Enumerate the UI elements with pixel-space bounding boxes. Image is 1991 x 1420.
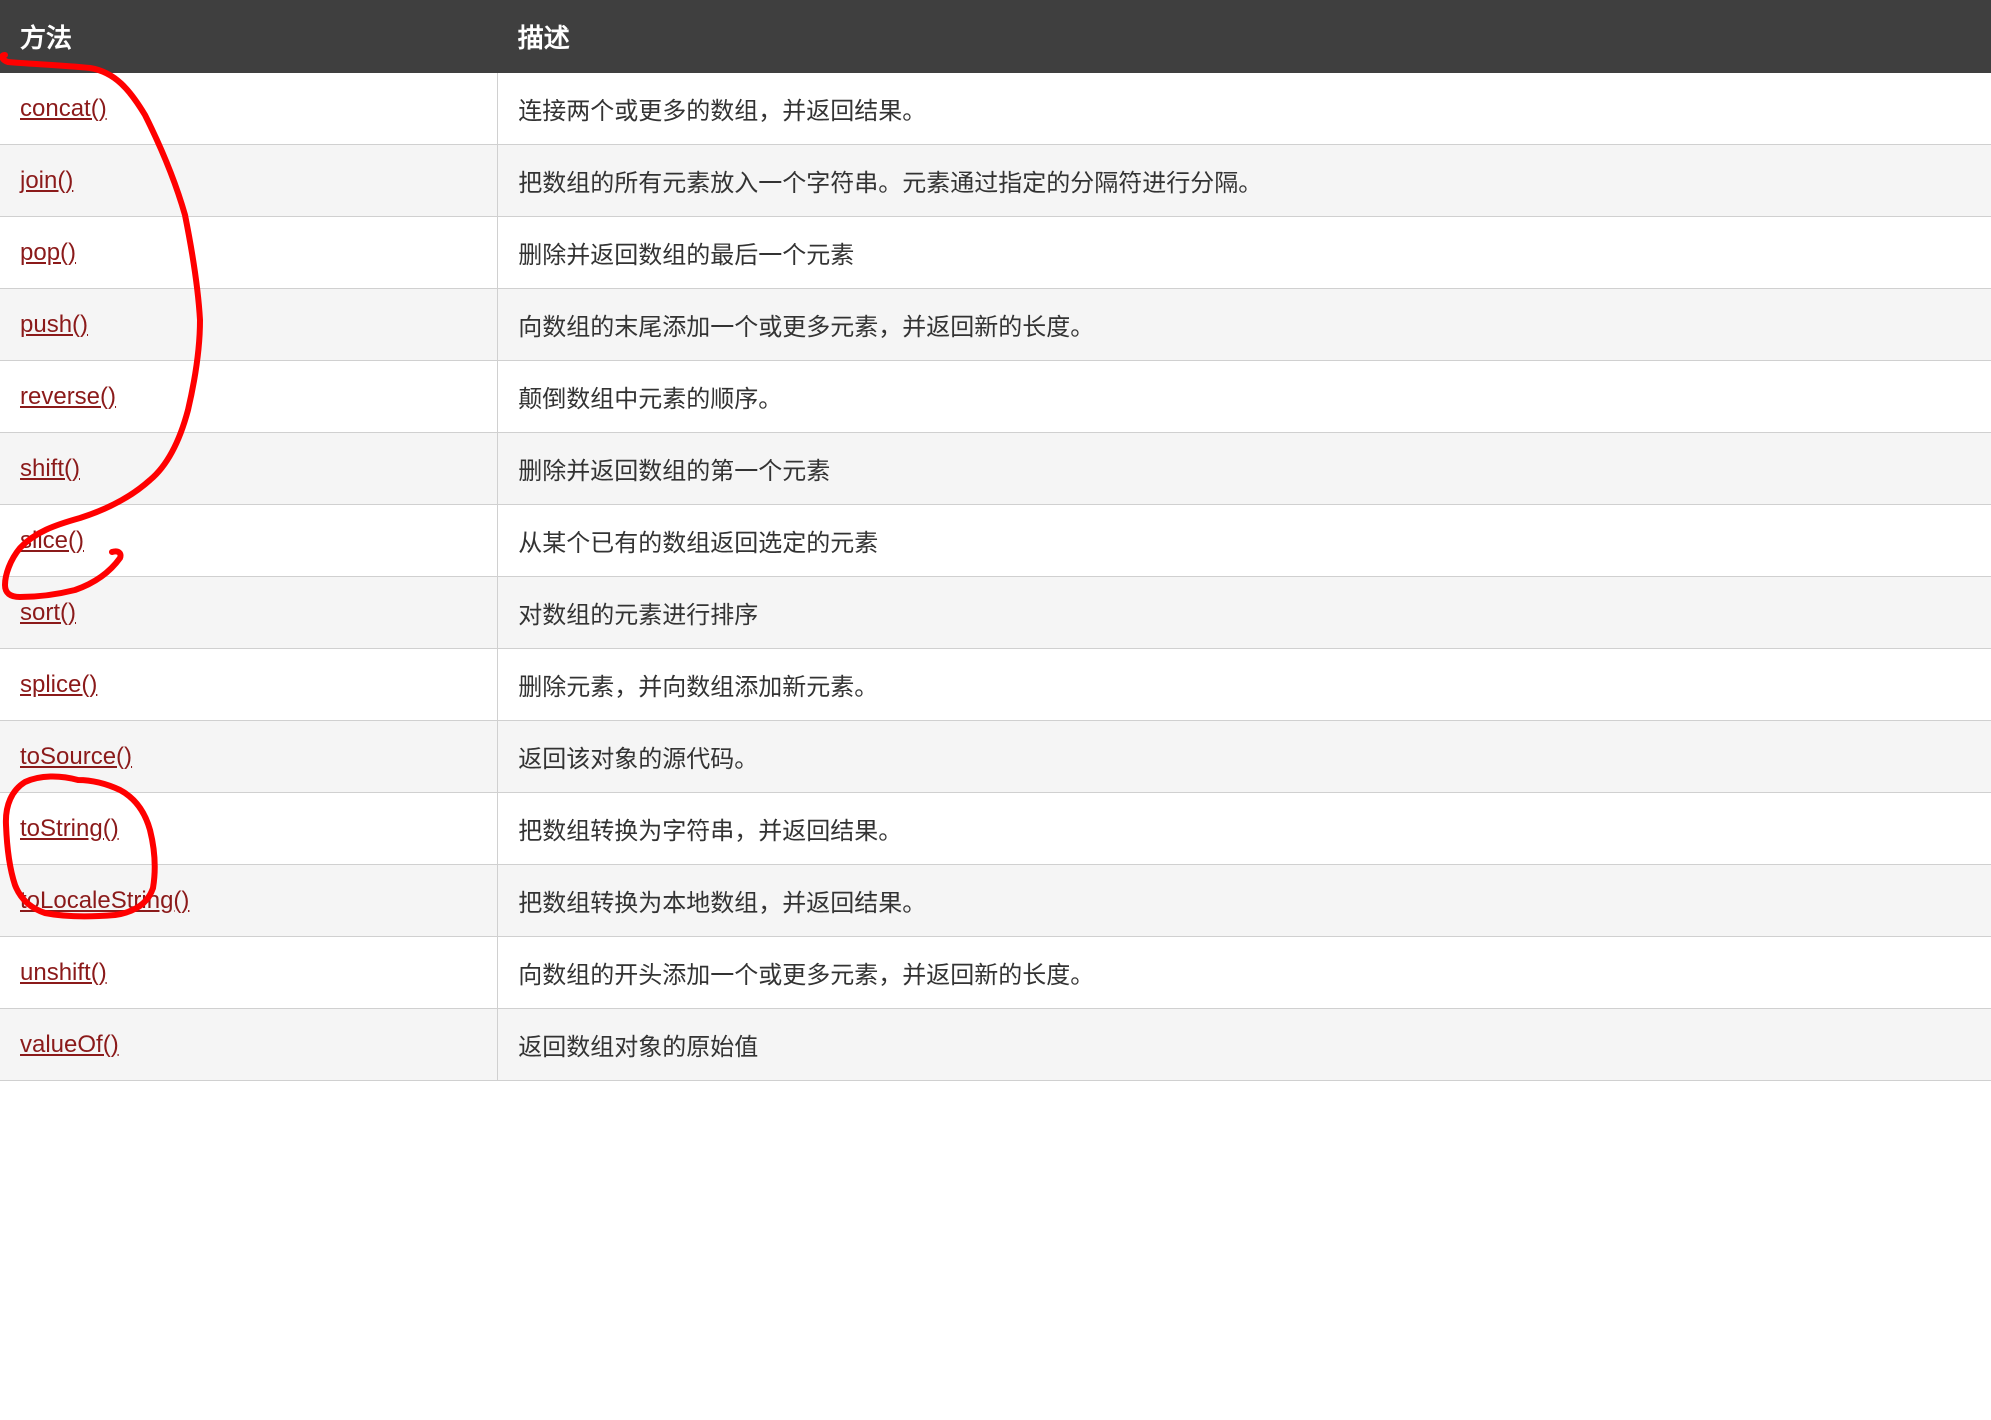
method-link[interactable]: shift(): [20, 455, 80, 482]
method-link[interactable]: slice(): [20, 527, 84, 554]
method-cell: join(): [0, 145, 498, 217]
table-row: toLocaleString() 把数组转换为本地数组，并返回结果。: [0, 865, 1991, 937]
table-row: splice() 删除元素，并向数组添加新元素。: [0, 649, 1991, 721]
method-link[interactable]: sort(): [20, 599, 76, 626]
table-row: toSource() 返回该对象的源代码。: [0, 721, 1991, 793]
method-link[interactable]: splice(): [20, 671, 97, 698]
description-cell: 删除并返回数组的最后一个元素: [498, 217, 1991, 289]
method-link[interactable]: toSource(): [20, 743, 132, 770]
method-link[interactable]: unshift(): [20, 959, 107, 986]
description-cell: 返回该对象的源代码。: [498, 721, 1991, 793]
method-cell: reverse(): [0, 361, 498, 433]
methods-table: 方法 描述 concat() 连接两个或更多的数组，并返回结果。 join() 把数组…: [0, 0, 1991, 1081]
method-cell: splice(): [0, 649, 498, 721]
description-cell: 向数组的开头添加一个或更多元素，并返回新的长度。: [498, 937, 1991, 1009]
table-row: unshift() 向数组的开头添加一个或更多元素，并返回新的长度。: [0, 937, 1991, 1009]
method-cell: valueOf(): [0, 1009, 498, 1081]
description-cell: 连接两个或更多的数组，并返回结果。: [498, 73, 1991, 145]
table-row: pop() 删除并返回数组的最后一个元素: [0, 217, 1991, 289]
method-cell: shift(): [0, 433, 498, 505]
method-cell: toString(): [0, 793, 498, 865]
description-cell: 把数组转换为字符串，并返回结果。: [498, 793, 1991, 865]
description-cell: 从某个已有的数组返回选定的元素: [498, 505, 1991, 577]
header-method: 方法: [0, 0, 498, 73]
description-cell: 删除并返回数组的第一个元素: [498, 433, 1991, 505]
method-cell: pop(): [0, 217, 498, 289]
method-cell: unshift(): [0, 937, 498, 1009]
method-link[interactable]: join(): [20, 167, 73, 194]
table-row: shift() 删除并返回数组的第一个元素: [0, 433, 1991, 505]
description-cell: 对数组的元素进行排序: [498, 577, 1991, 649]
method-link[interactable]: push(): [20, 311, 88, 338]
header-description: 描述: [498, 0, 1991, 73]
table-row: valueOf() 返回数组对象的原始值: [0, 1009, 1991, 1081]
method-cell: toSource(): [0, 721, 498, 793]
method-cell: concat(): [0, 73, 498, 145]
table-row: slice() 从某个已有的数组返回选定的元素: [0, 505, 1991, 577]
description-cell: 删除元素，并向数组添加新元素。: [498, 649, 1991, 721]
table-row: reverse() 颠倒数组中元素的顺序。: [0, 361, 1991, 433]
method-link[interactable]: toLocaleString(): [20, 887, 189, 914]
table-row: sort() 对数组的元素进行排序: [0, 577, 1991, 649]
description-cell: 把数组转换为本地数组，并返回结果。: [498, 865, 1991, 937]
method-cell: slice(): [0, 505, 498, 577]
table-row: join() 把数组的所有元素放入一个字符串。元素通过指定的分隔符进行分隔。: [0, 145, 1991, 217]
table-row: push() 向数组的末尾添加一个或更多元素，并返回新的长度。: [0, 289, 1991, 361]
method-link[interactable]: reverse(): [20, 383, 116, 410]
method-link[interactable]: toString(): [20, 815, 119, 842]
description-cell: 返回数组对象的原始值: [498, 1009, 1991, 1081]
description-cell: 颠倒数组中元素的顺序。: [498, 361, 1991, 433]
method-cell: push(): [0, 289, 498, 361]
method-cell: toLocaleString(): [0, 865, 498, 937]
method-cell: sort(): [0, 577, 498, 649]
table-row: toString() 把数组转换为字符串，并返回结果。: [0, 793, 1991, 865]
description-cell: 把数组的所有元素放入一个字符串。元素通过指定的分隔符进行分隔。: [498, 145, 1991, 217]
method-link[interactable]: pop(): [20, 239, 76, 266]
description-cell: 向数组的末尾添加一个或更多元素，并返回新的长度。: [498, 289, 1991, 361]
method-link[interactable]: valueOf(): [20, 1031, 119, 1058]
table-header-row: 方法 描述: [0, 0, 1991, 73]
table-row: concat() 连接两个或更多的数组，并返回结果。: [0, 73, 1991, 145]
method-link[interactable]: concat(): [20, 95, 107, 122]
